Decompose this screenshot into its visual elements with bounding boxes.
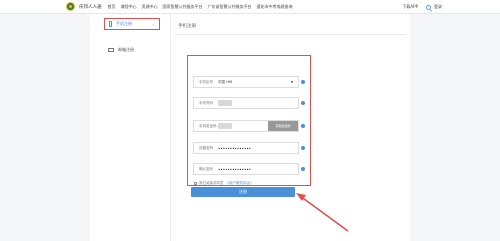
- required-dot-icon: [301, 101, 305, 105]
- password-value: ••••••••••••••: [218, 145, 252, 151]
- verification-code-field[interactable]: 手机验证码 获取验证码: [193, 120, 299, 132]
- password-label: 设置密码: [199, 145, 213, 150]
- get-code-button[interactable]: 获取验证码: [268, 121, 298, 131]
- region-select[interactable]: 手机区号 中国+86 ▼: [193, 76, 299, 88]
- phone-icon: [109, 21, 112, 27]
- agree-checkbox[interactable]: [194, 182, 197, 185]
- top-nav-bar: 庆邦人人通 首页 课程中心 资源中心 国家智慧公共服务平台 广东省智慧公共服务平…: [0, 0, 500, 14]
- code-value-redacted: [218, 123, 232, 129]
- required-dot-icon: [301, 80, 305, 84]
- register-panel: 手机注册 手机区号 中国+86 ▼ 手机号码 手机验证码 获取验证码 设置密码: [170, 14, 410, 241]
- nav-item-resources[interactable]: 资源中心: [142, 4, 158, 10]
- login-link[interactable]: 登录: [434, 4, 442, 10]
- region-value: 中国+86: [218, 79, 233, 84]
- brand-logo[interactable]: [66, 2, 75, 11]
- phone-value-redacted: [218, 100, 232, 106]
- nav-item-home[interactable]: 首页: [108, 4, 116, 10]
- chevron-right-icon: ›: [152, 22, 154, 27]
- nav-item-national-platform[interactable]: 国家智慧公共服务平台: [163, 4, 203, 10]
- agree-text: 我已阅读并同意: [199, 181, 224, 185]
- brand-name[interactable]: 庆邦人人通: [79, 4, 102, 10]
- mail-icon: [108, 48, 114, 52]
- download-app-link[interactable]: 下载APP: [402, 4, 418, 10]
- confirm-label: 确认密码: [199, 166, 213, 171]
- sidebar-item-phone-register[interactable]: 手机注册 ›: [104, 18, 160, 30]
- service-agreement-link[interactable]: 《用户服务协议》: [226, 181, 254, 186]
- region-label: 手机区号: [199, 79, 213, 84]
- required-dot-icon: [301, 124, 305, 128]
- nav-item-exam-results[interactable]: 遵化市中考成绩查询: [257, 4, 293, 10]
- nav-item-provincial-platform[interactable]: 广东省智慧公共服务平台: [208, 4, 252, 10]
- code-label: 手机验证码: [199, 123, 217, 128]
- register-form: 手机区号 中国+86 ▼ 手机号码 手机验证码 获取验证码 设置密码 •••••…: [187, 55, 311, 186]
- required-dot-icon: [301, 167, 305, 171]
- page-title: 手机注册: [178, 24, 196, 29]
- phone-field[interactable]: 手机号码: [193, 97, 299, 109]
- caret-down-icon: ▼: [290, 80, 293, 84]
- confirm-value: ••••••••••••••: [218, 166, 252, 172]
- sidebar-item-email-register[interactable]: 邮箱注册: [104, 44, 160, 56]
- register-button[interactable]: 注册: [191, 187, 295, 197]
- top-right-actions: 下载APP 登录: [402, 4, 442, 10]
- confirm-password-field[interactable]: 确认密码 ••••••••••••••: [193, 163, 299, 175]
- sidebar: 手机注册 › 邮箱注册: [90, 14, 170, 241]
- password-field[interactable]: 设置密码 ••••••••••••••: [193, 142, 299, 154]
- sidebar-item-label: 手机注册: [116, 21, 132, 26]
- title-divider: [175, 34, 406, 35]
- nav-item-courses[interactable]: 课程中心: [121, 4, 137, 10]
- required-dot-icon: [301, 146, 305, 150]
- agreement-row: 我已阅读并同意 《用户服务协议》: [194, 181, 254, 186]
- sidebar-item-label: 邮箱注册: [118, 47, 134, 52]
- main-nav: 首页 课程中心 资源中心 国家智慧公共服务平台 广东省智慧公共服务平台 遵化市中…: [108, 4, 298, 10]
- phone-label: 手机号码: [199, 100, 213, 105]
- search-icon[interactable]: [426, 4, 431, 10]
